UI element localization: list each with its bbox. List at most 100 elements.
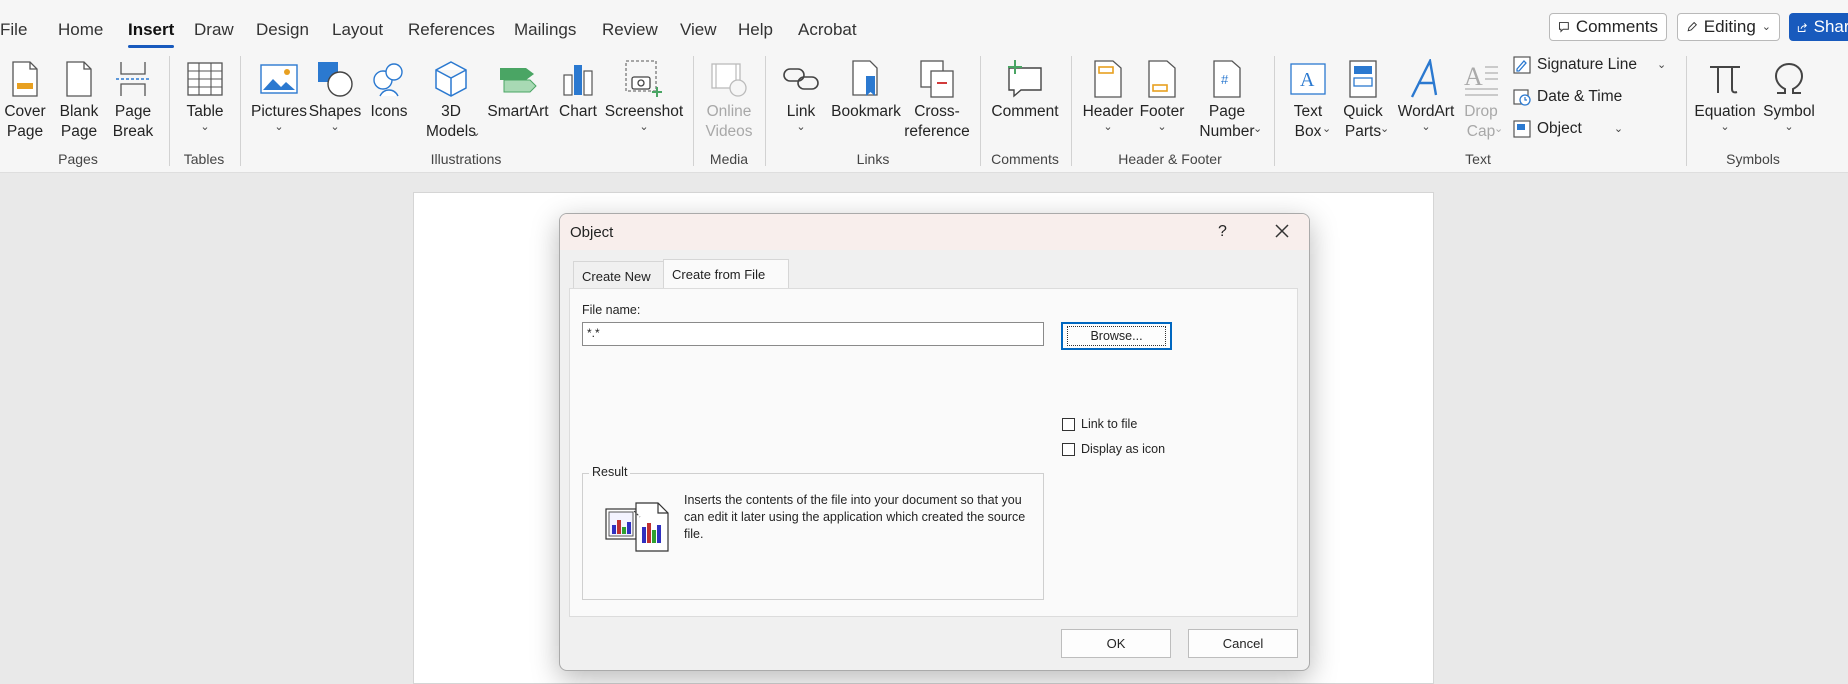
display-as-icon-checkbox[interactable]: Display as icon xyxy=(1062,442,1165,456)
svg-text:A: A xyxy=(1300,69,1315,91)
ribbon-separator xyxy=(980,56,981,166)
chevron-down-icon: ⌄ xyxy=(200,121,210,133)
page-number-button[interactable]: # Page Number xyxy=(1192,56,1262,142)
share-icon xyxy=(1797,22,1807,32)
comments-button[interactable]: Comments xyxy=(1549,13,1667,41)
browse-button[interactable]: Browse... xyxy=(1061,322,1172,350)
comments-label: Comments xyxy=(1575,17,1658,36)
help-button[interactable]: ? xyxy=(1218,223,1227,241)
file-name-label: File name: xyxy=(582,303,641,317)
blank-page-button[interactable]: Blank Page xyxy=(57,56,101,142)
chevron-down-icon: ⌄ xyxy=(1157,121,1167,133)
tab-mailings[interactable]: Mailings xyxy=(514,20,576,40)
editing-label: Editing xyxy=(1703,17,1756,36)
chevron-down-icon: ⌄ xyxy=(1720,121,1730,133)
chevron-down-icon: ⌄ xyxy=(1253,123,1263,135)
group-label-links: Links xyxy=(856,151,890,167)
wordart-button[interactable]: WordArt ⌄ xyxy=(1393,56,1459,133)
shapes-icon xyxy=(318,62,353,97)
editing-mode-button[interactable]: Editing ⌄ xyxy=(1677,13,1780,41)
tab-design[interactable]: Design xyxy=(256,20,309,40)
chevron-down-icon: ⌄ xyxy=(1380,123,1390,135)
close-button[interactable] xyxy=(1273,222,1291,243)
screenshot-button[interactable]: Screenshot ⌄ xyxy=(605,56,683,133)
tab-insert[interactable]: Insert xyxy=(128,20,175,48)
chevron-down-icon: ⌄ xyxy=(1784,121,1794,133)
cross-reference-button[interactable]: Cross- reference xyxy=(904,56,970,142)
file-name-input[interactable]: *.* xyxy=(582,322,1044,346)
link-button[interactable]: Link ⌄ xyxy=(780,56,822,133)
tab-review[interactable]: Review xyxy=(602,20,658,40)
pictures-button[interactable]: Pictures ⌄ xyxy=(251,56,307,133)
cover-page-button[interactable]: Cover Page xyxy=(2,56,48,142)
tab-draw[interactable]: Draw xyxy=(194,20,234,40)
link-to-file-checkbox[interactable]: Link to file xyxy=(1062,417,1137,431)
tab-acrobat[interactable]: Acrobat xyxy=(798,20,857,40)
footer-icon xyxy=(1148,60,1176,98)
tab-layout[interactable]: Layout xyxy=(332,20,383,40)
browse-label: Browse... xyxy=(1067,326,1166,346)
link-to-file-label: Link to file xyxy=(1081,417,1138,431)
omega-icon xyxy=(1774,62,1804,94)
pencil-icon xyxy=(1687,21,1698,32)
online-video-icon xyxy=(711,63,747,97)
result-description: Inserts the contents of the file into yo… xyxy=(684,493,1026,541)
bookmark-button[interactable]: Bookmark xyxy=(830,56,902,122)
share-button[interactable]: Share xyxy=(1789,13,1848,41)
online-videos-button[interactable]: Online Videos xyxy=(702,56,756,142)
smartart-button[interactable]: SmartArt xyxy=(487,56,549,122)
group-label-tables: Tables xyxy=(183,151,225,167)
icons-icon xyxy=(373,63,403,97)
checkbox-box[interactable] xyxy=(1062,417,1075,431)
link-icon xyxy=(783,68,819,90)
dialog-titlebar: Object ? xyxy=(560,214,1309,250)
chevron-down-icon: ⌄ xyxy=(1322,123,1332,135)
table-button[interactable]: Table ⌄ xyxy=(183,56,227,133)
object-button[interactable]: Object ⌄ xyxy=(1513,120,1623,138)
footer-button[interactable]: Footer ⌄ xyxy=(1139,56,1185,133)
3d-models-button[interactable]: 3D Models ⌄ xyxy=(418,56,484,140)
svg-text:#: # xyxy=(1221,72,1229,87)
ribbon-separator xyxy=(1071,56,1072,166)
chevron-down-icon: ⌄ xyxy=(1103,121,1113,133)
tab-create-new[interactable]: Create New xyxy=(573,261,663,290)
chevron-down-icon: ⌄ xyxy=(1656,59,1667,71)
bookmark-icon xyxy=(852,60,878,96)
tab-references[interactable]: References xyxy=(408,20,495,40)
comment-icon xyxy=(1558,22,1569,33)
tab-home[interactable]: Home xyxy=(58,20,103,40)
chart-icon xyxy=(563,65,593,96)
cancel-button[interactable]: Cancel xyxy=(1188,629,1298,658)
icons-button[interactable]: Icons xyxy=(369,56,409,122)
equation-button[interactable]: Equation ⌄ xyxy=(1693,56,1757,133)
text-box-icon: A xyxy=(1290,63,1326,95)
checkbox-box[interactable] xyxy=(1062,442,1075,456)
shapes-button[interactable]: Shapes ⌄ xyxy=(309,56,361,133)
chevron-down-icon: ⌄ xyxy=(1494,123,1504,135)
tab-help[interactable]: Help xyxy=(738,20,773,40)
quick-parts-icon xyxy=(1349,60,1377,98)
header-button[interactable]: Header ⌄ xyxy=(1083,56,1133,133)
comment-button[interactable]: Comment xyxy=(990,56,1060,122)
tab-create-from-file[interactable]: Create from File xyxy=(663,259,789,288)
tab-file[interactable]: File xyxy=(0,20,27,40)
chart-button[interactable]: Chart xyxy=(558,56,598,122)
date-time-button[interactable]: Date & Time xyxy=(1513,88,1622,106)
ribbon-separator xyxy=(169,56,170,166)
object-icon xyxy=(1513,120,1531,138)
screenshot-icon xyxy=(625,60,662,97)
close-icon xyxy=(1275,224,1289,238)
share-label: Share xyxy=(1813,17,1848,36)
chevron-down-icon: ⌄ xyxy=(1761,21,1771,33)
signature-line-button[interactable]: Signature Line ⌄ xyxy=(1513,56,1666,74)
chevron-down-icon: ⌄ xyxy=(1421,121,1431,133)
pi-icon xyxy=(1710,66,1740,94)
blank-page-icon xyxy=(66,61,92,97)
ok-button[interactable]: OK xyxy=(1061,629,1171,658)
ribbon-separator xyxy=(693,56,694,166)
symbol-button[interactable]: Symbol ⌄ xyxy=(1759,56,1819,133)
tab-view[interactable]: View xyxy=(680,20,717,40)
chevron-down-icon: ⌄ xyxy=(1613,123,1624,135)
page-break-button[interactable]: Page Break xyxy=(110,56,156,142)
ribbon-separator xyxy=(240,56,241,166)
